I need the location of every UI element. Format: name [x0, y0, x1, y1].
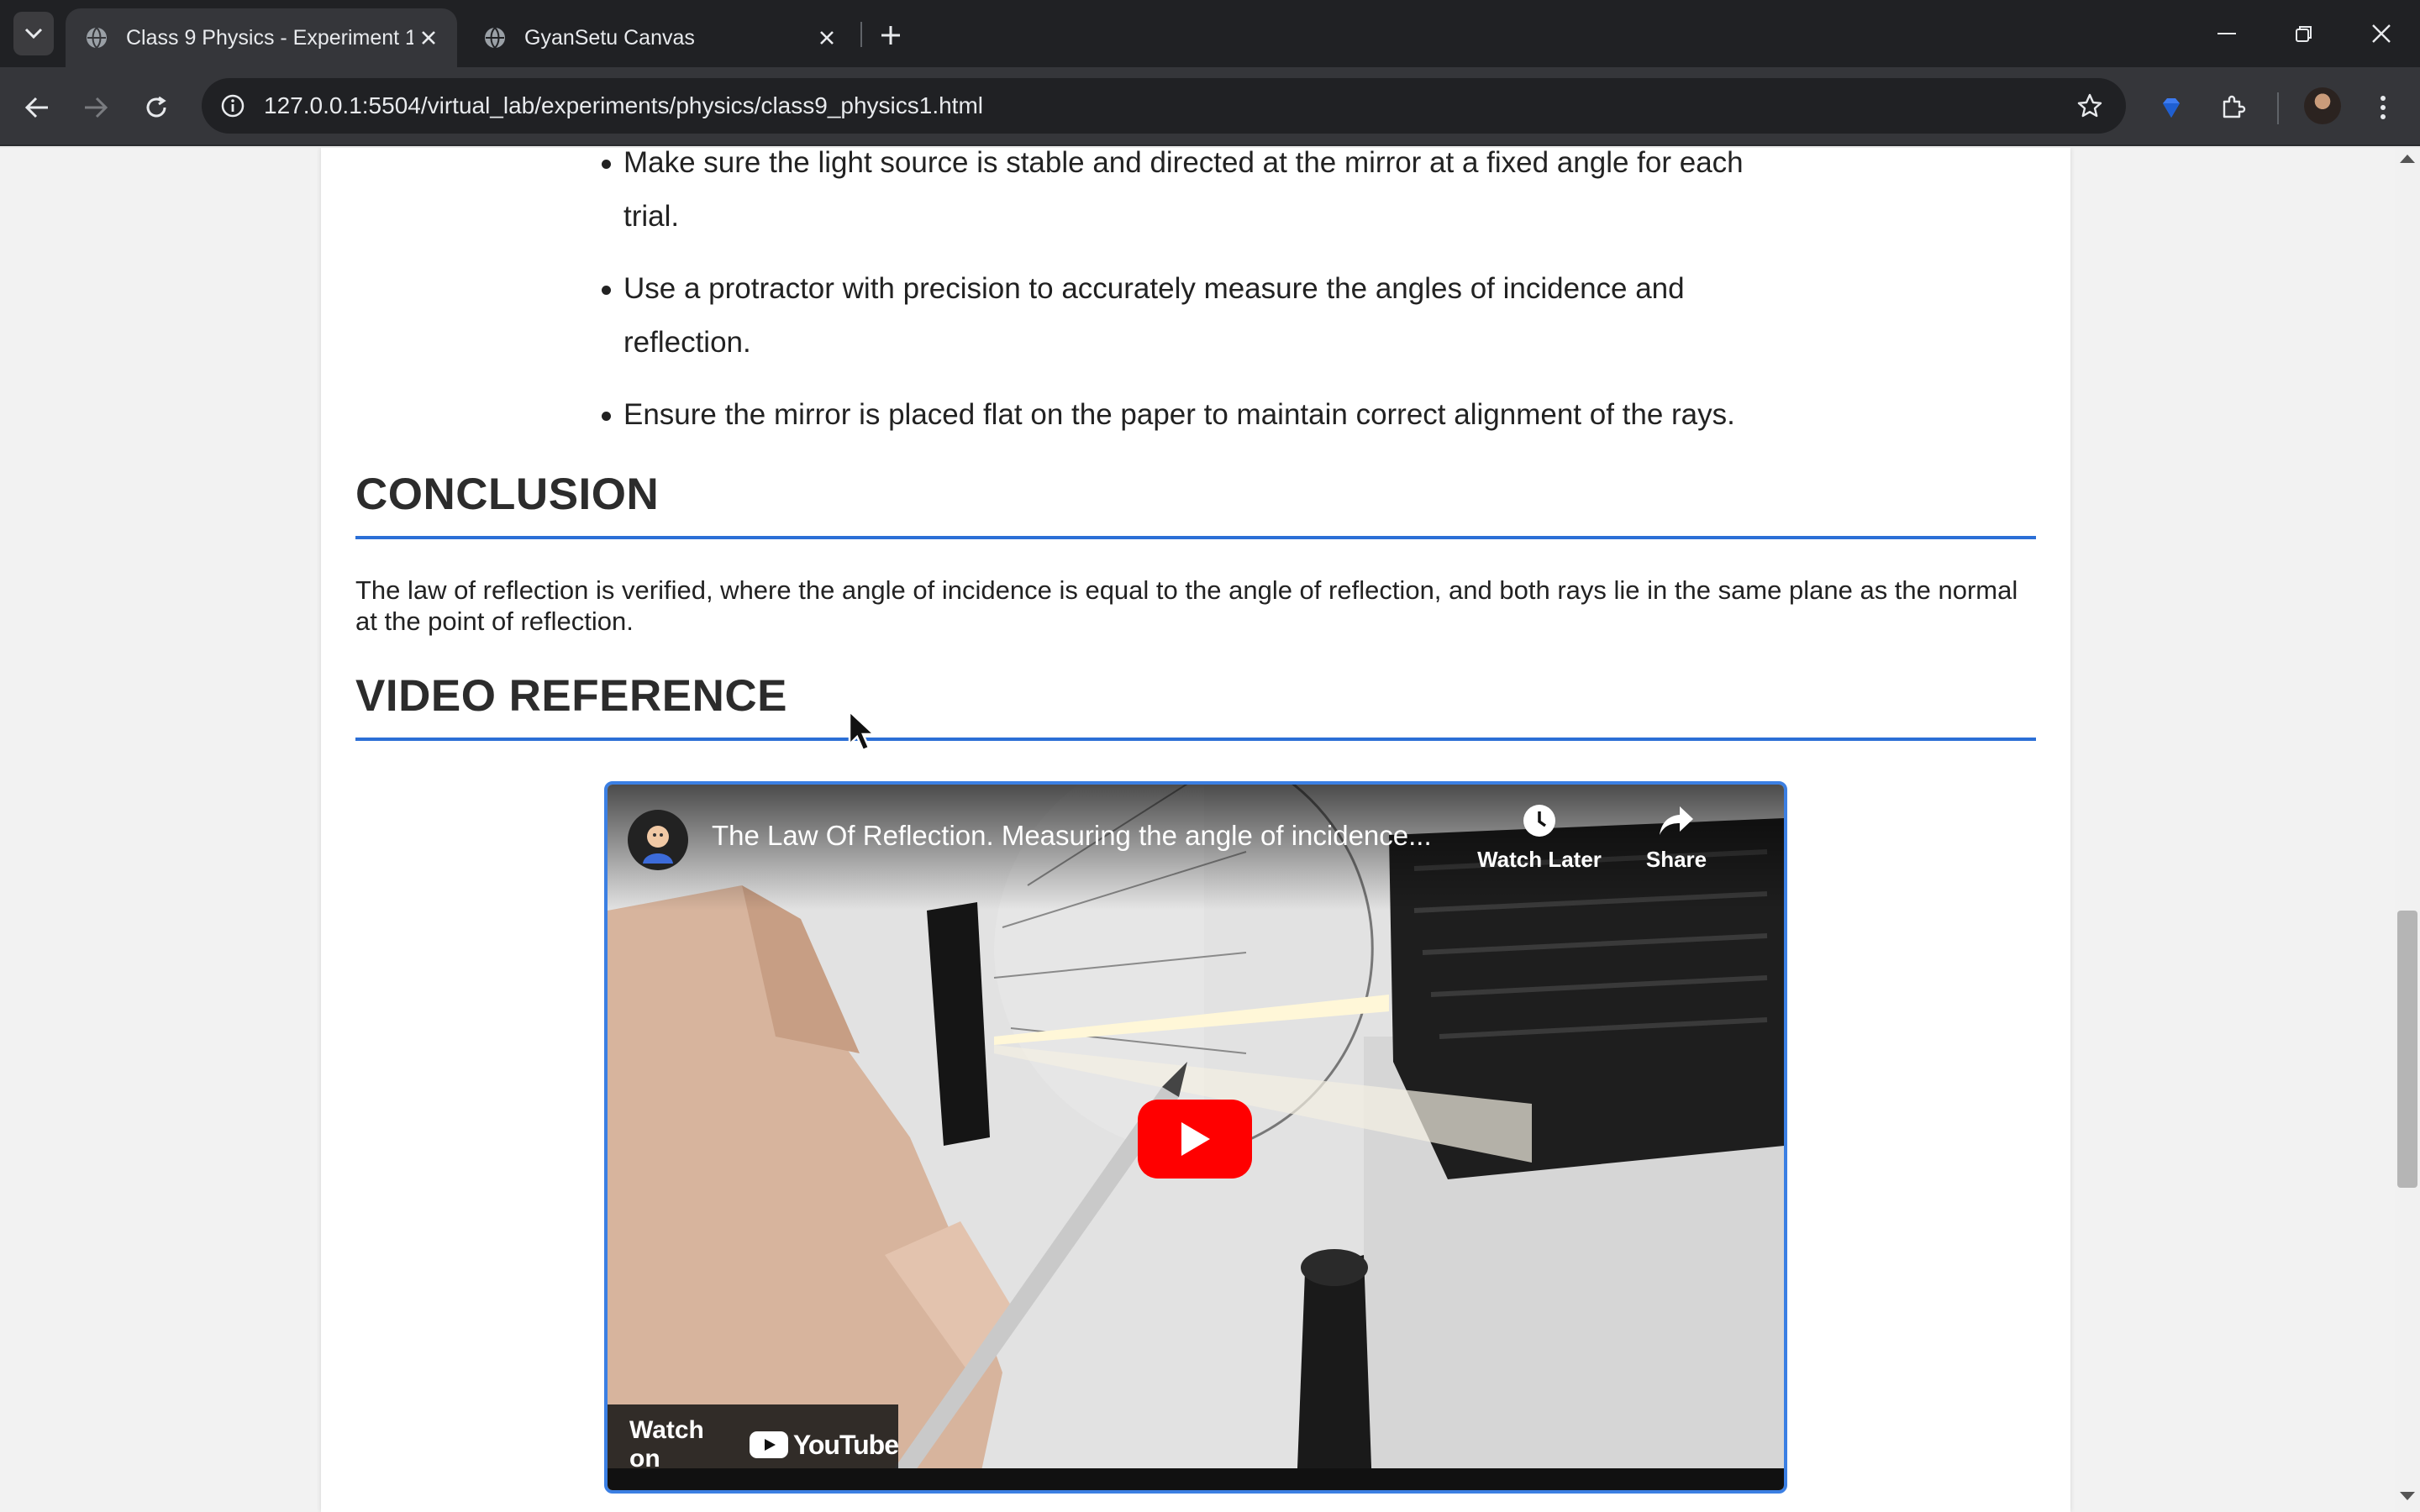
extensions-puzzle-icon[interactable] [2212, 86, 2255, 129]
back-arrow-icon [24, 97, 48, 118]
chevron-down-icon [24, 28, 43, 39]
youtube-video-embed[interactable]: The Law Of Reflection. Measuring the ang… [604, 781, 1787, 1494]
close-tab-icon[interactable] [812, 23, 842, 53]
site-info-icon[interactable] [213, 87, 252, 125]
reload-icon [146, 96, 166, 118]
precaution-item: Ensure the mirror is placed flat on the … [602, 388, 1800, 442]
video-reference-divider [355, 738, 2036, 741]
tab-separator [860, 22, 862, 47]
reload-button[interactable] [133, 84, 180, 131]
conclusion-heading: CONCLUSION [355, 470, 660, 519]
url-text: 127.0.0.1:5504/virtual_lab/experiments/p… [264, 92, 984, 118]
forward-arrow-icon [85, 97, 108, 118]
restore-button[interactable] [2265, 0, 2343, 67]
share-label: Share [1645, 847, 1707, 872]
bookmark-star-icon[interactable] [2070, 87, 2109, 125]
minimize-button[interactable] [2188, 0, 2265, 67]
browser-toolbar: 127.0.0.1:5504/virtual_lab/experiments/p… [0, 67, 2420, 146]
channel-avatar[interactable] [628, 810, 688, 870]
tab-title: GyanSetu Canvas [524, 25, 695, 50]
precaution-item: Make sure the light source is stable and… [602, 148, 1800, 244]
browser-tab-bar: Class 9 Physics - Experiment 1 GyanSetu … [0, 0, 2420, 67]
play-button[interactable] [1138, 1100, 1252, 1179]
browser-menu-icon[interactable] [2361, 86, 2405, 129]
youtube-play-logo-icon [749, 1431, 788, 1458]
video-reference-heading: VIDEO REFERENCE [355, 671, 788, 721]
mouse-pointer-icon [848, 709, 877, 752]
clock-icon [1523, 805, 1555, 837]
plus-icon [881, 26, 900, 45]
toolbar-divider [2277, 92, 2279, 124]
scroll-down-arrow-icon[interactable] [2400, 1492, 2415, 1500]
video-bottom-bar [608, 1468, 1784, 1490]
tab-gyansetu-canvas[interactable]: GyanSetu Canvas [464, 8, 855, 67]
close-window-button[interactable] [2343, 0, 2420, 67]
close-tab-icon[interactable] [413, 23, 444, 53]
globe-icon [87, 27, 107, 50]
new-tab-button[interactable] [871, 17, 911, 54]
page-scrollbar[interactable] [2395, 148, 2420, 1512]
tab-class9-physics[interactable]: Class 9 Physics - Experiment 1 [66, 8, 457, 67]
play-icon [1181, 1122, 1210, 1156]
profile-avatar[interactable] [2304, 87, 2341, 124]
channel-avatar-icon [643, 826, 673, 864]
minimize-icon [2217, 33, 2236, 34]
page-viewport: Make sure the light source is stable and… [0, 148, 2395, 1512]
youtube-wordmark: YouTube [792, 1429, 899, 1460]
back-button[interactable] [13, 84, 60, 131]
share-arrow-icon [1660, 806, 1693, 835]
globe-icon [485, 27, 505, 50]
youtube-logo: YouTube [749, 1429, 899, 1461]
scroll-up-arrow-icon[interactable] [2400, 155, 2415, 163]
conclusion-divider [355, 536, 2036, 539]
conclusion-text: The law of reflection is verified, where… [355, 575, 2018, 636]
video-title[interactable]: The Law Of Reflection. Measuring the ang… [712, 820, 1432, 852]
address-bar[interactable]: 127.0.0.1:5504/virtual_lab/experiments/p… [202, 78, 2126, 134]
content-card: Make sure the light source is stable and… [321, 148, 2070, 1512]
forward-button[interactable] [72, 84, 119, 131]
close-icon [2372, 24, 2391, 43]
extension-gem-icon[interactable] [2149, 86, 2193, 129]
share-button[interactable]: Share [1609, 803, 1744, 873]
tab-search-button[interactable] [13, 12, 54, 55]
scrollbar-thumb[interactable] [2397, 911, 2417, 1188]
watch-later-button[interactable]: Watch Later [1472, 803, 1607, 873]
watch-on-label: Watch on [629, 1416, 704, 1473]
tab-title: Class 9 Physics - Experiment 1 [126, 25, 413, 50]
watch-later-label: Watch Later [1477, 847, 1602, 872]
restore-icon [2296, 26, 2312, 42]
precaution-item: Use a protractor with precision to accur… [602, 262, 1800, 370]
